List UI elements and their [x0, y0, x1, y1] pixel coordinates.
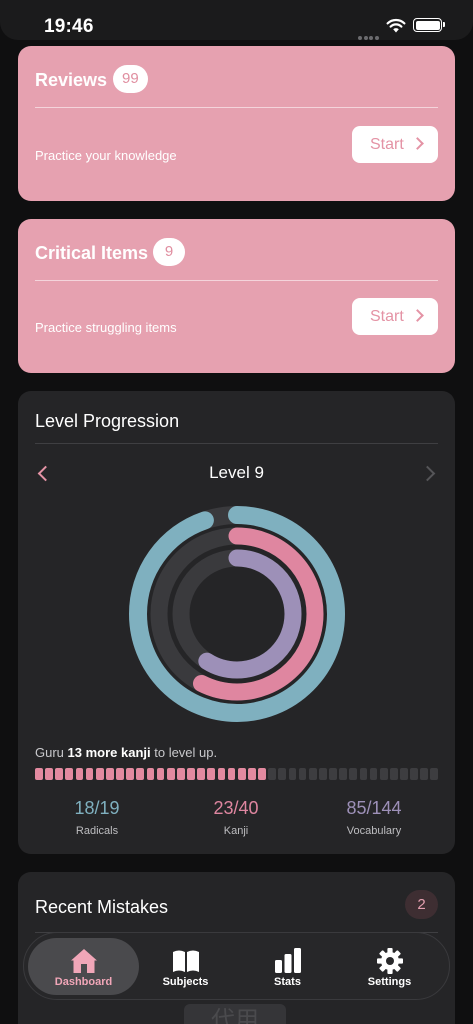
tab-stats-label: Stats	[274, 976, 301, 988]
signal-dots-icon	[358, 27, 380, 40]
reviews-start-label: Start	[370, 136, 404, 153]
progress-segment	[197, 768, 205, 780]
progress-segment	[258, 768, 266, 780]
progress-segment	[75, 768, 84, 780]
mistake-item-peek[interactable]: 代用	[184, 1004, 286, 1024]
guru-highlight: 13 more kanji	[67, 745, 151, 760]
progress-segment	[329, 768, 337, 780]
tab-subjects-label: Subjects	[162, 976, 209, 988]
progress-segment	[308, 768, 317, 780]
progress-segment	[136, 768, 145, 780]
progress-segment	[166, 768, 175, 780]
reviews-card: Reviews 99 Practice your knowledge Start	[18, 46, 455, 201]
wifi-icon	[386, 18, 406, 33]
book-icon	[172, 950, 199, 972]
bar-chart-icon	[274, 948, 301, 973]
progress-segment	[400, 768, 408, 780]
progress-segment	[298, 768, 307, 780]
progress-segment	[105, 768, 114, 780]
tab-dashboard[interactable]: Dashboard	[28, 938, 139, 995]
critical-items-start-label: Start	[370, 308, 404, 325]
progress-segment	[217, 768, 226, 780]
level-label: Level 9	[209, 463, 264, 482]
ring-radicals	[129, 506, 345, 722]
critical-items-count-badge: 9	[153, 238, 185, 266]
guru-message: Guru 13 more kanji to level up.	[35, 745, 217, 760]
house-icon	[70, 949, 97, 973]
critical-items-title: Critical Items	[35, 243, 149, 263]
progress-segment	[288, 768, 297, 780]
progress-segment	[116, 768, 124, 780]
stat-kanji: 23/40 Kanji	[176, 798, 296, 837]
stat-kanji-value: 23/40	[213, 798, 259, 818]
progress-segment	[85, 768, 94, 780]
progress-segment	[65, 768, 74, 780]
progress-segment	[45, 768, 53, 780]
progress-segment	[359, 768, 368, 780]
progress-segment	[318, 768, 327, 780]
progress-segment	[420, 768, 429, 780]
progress-segment	[268, 768, 276, 780]
critical-items-subtitle: Practice struggling items	[35, 320, 177, 335]
progress-segment	[410, 768, 418, 780]
progress-segment	[339, 768, 347, 780]
stat-radicals-value: 18/19	[74, 798, 120, 818]
stat-vocabulary-value: 85/144	[346, 798, 402, 818]
progress-segment	[146, 768, 155, 780]
progress-segment	[126, 768, 135, 780]
progress-segment	[156, 768, 165, 780]
status-bar: 19:46	[0, 0, 473, 40]
tab-settings[interactable]: Settings	[334, 938, 445, 995]
critical-items-divider	[35, 280, 438, 281]
level-progress-bar	[35, 768, 439, 780]
tab-stats[interactable]: Stats	[232, 938, 343, 995]
gear-icon	[376, 948, 403, 974]
critical-items-card: Critical Items 9 Practice struggling ite…	[18, 219, 455, 373]
tab-subjects[interactable]: Subjects	[130, 938, 241, 995]
progress-segment	[55, 768, 64, 780]
recent-mistakes-count-badge: 2	[405, 890, 438, 919]
reviews-divider	[35, 107, 438, 108]
progress-segment	[227, 768, 236, 780]
progress-segment	[237, 768, 246, 780]
reviews-count-badge: 99	[113, 65, 148, 93]
guru-prefix: Guru	[35, 745, 68, 760]
recent-mistakes-title: Recent Mistakes	[35, 897, 169, 917]
guru-suffix: to level up.	[150, 745, 218, 760]
progress-segment	[349, 768, 358, 780]
level-rings	[129, 506, 345, 722]
tab-settings-label: Settings	[367, 976, 412, 988]
stat-radicals: 18/19 Radicals	[37, 798, 157, 837]
stat-kanji-label: Kanji	[223, 825, 249, 837]
progress-segment	[278, 768, 287, 780]
critical-items-start-button[interactable]: Start	[352, 298, 438, 335]
progress-segment	[187, 768, 195, 780]
progress-segment	[95, 768, 104, 780]
stat-vocabulary: 85/144 Vocabulary	[314, 798, 434, 837]
reviews-title: Reviews	[35, 70, 108, 90]
progress-segment	[389, 768, 398, 780]
level-progression-card: Level Progression Level 9 Guru 13 more k…	[18, 391, 455, 854]
reviews-subtitle: Practice your knowledge	[35, 148, 177, 163]
level-progression-divider	[35, 443, 438, 444]
chevron-right-icon	[411, 309, 424, 322]
progress-segment	[35, 768, 43, 780]
chevron-right-icon	[411, 137, 424, 150]
level-progression-title: Level Progression	[35, 411, 180, 431]
tab-bar: Dashboard Subjects Stats Settings	[23, 932, 450, 1000]
progress-segment	[430, 768, 439, 780]
progress-segment	[379, 768, 388, 780]
reviews-start-button[interactable]: Start	[352, 126, 438, 163]
progress-segment	[207, 768, 216, 780]
battery-icon	[413, 18, 445, 32]
progress-segment	[247, 768, 256, 780]
stat-vocabulary-label: Vocabulary	[346, 825, 402, 837]
status-time: 19:46	[44, 16, 94, 37]
progress-segment	[176, 768, 185, 780]
tab-dashboard-label: Dashboard	[54, 976, 113, 988]
stat-radicals-label: Radicals	[75, 825, 119, 837]
progress-segment	[369, 768, 378, 780]
